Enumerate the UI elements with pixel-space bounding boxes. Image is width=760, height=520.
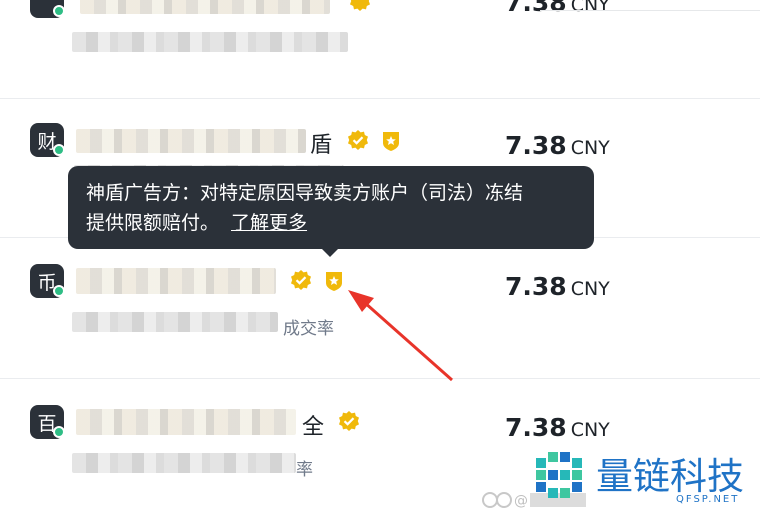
top-edge-line bbox=[540, 10, 760, 11]
merchant-name-blurred bbox=[76, 409, 296, 435]
tooltip-text-line2: 提供限额赔付。 了解更多 bbox=[86, 208, 576, 238]
online-status-dot bbox=[53, 5, 65, 17]
ad-price: 7.38 CNY bbox=[505, 272, 610, 301]
price-value: 7.38 bbox=[505, 131, 567, 160]
completion-rate-label: 成交率 bbox=[283, 319, 334, 339]
company-watermark: 量链科技 QFSP.NET bbox=[526, 446, 756, 514]
watermark-subtitle: QFSP.NET bbox=[676, 494, 740, 505]
merchant-name-visible: 全 bbox=[302, 415, 325, 440]
tooltip-pointer bbox=[321, 248, 339, 257]
ad-price: 7.38 CNY bbox=[505, 413, 610, 442]
price-value: 7.38 bbox=[505, 272, 567, 301]
price-currency: CNY bbox=[570, 419, 610, 441]
merchant-stats-blurred bbox=[72, 312, 278, 332]
online-status-dot bbox=[53, 285, 65, 297]
merchant-name-blurred bbox=[80, 0, 330, 14]
verified-icon bbox=[339, 411, 359, 431]
shield-badge-icon[interactable] bbox=[380, 130, 402, 152]
ad-row-0[interactable]: 7.38 CNY bbox=[0, 0, 760, 98]
ad-price: 7.38 CNY bbox=[505, 131, 610, 160]
completion-rate-label: 率 bbox=[296, 460, 313, 480]
price-value: 7.38 bbox=[505, 0, 567, 17]
annotation-arrow-icon bbox=[348, 290, 453, 382]
merchant-name-visible: 盾 bbox=[310, 133, 333, 158]
online-status-dot bbox=[53, 144, 65, 156]
price-currency: CNY bbox=[570, 137, 610, 159]
verified-icon bbox=[348, 130, 368, 150]
merchant-stats-blurred bbox=[72, 32, 348, 52]
ad-price: 7.38 CNY bbox=[505, 0, 610, 17]
verified-icon bbox=[350, 0, 370, 11]
tooltip-text-line1: 神盾广告方：对特定原因导致卖方账户（司法）冻结 bbox=[86, 182, 524, 204]
chain-logo-icon bbox=[536, 452, 582, 498]
verified-icon bbox=[291, 270, 311, 290]
price-currency: CNY bbox=[570, 0, 610, 16]
merchant-stats-blurred bbox=[72, 453, 296, 473]
merchant-name-blurred bbox=[76, 129, 306, 153]
tooltip-text-line2-body: 提供限额赔付。 bbox=[86, 212, 220, 234]
price-currency: CNY bbox=[570, 278, 610, 300]
watermark-title: 量链科技 bbox=[596, 455, 744, 498]
price-value: 7.38 bbox=[505, 413, 567, 442]
learn-more-link[interactable]: 了解更多 bbox=[231, 212, 307, 234]
online-status-dot bbox=[53, 426, 65, 438]
shield-advertiser-tooltip: 神盾广告方：对特定原因导致卖方账户（司法）冻结 提供限额赔付。 了解更多 bbox=[68, 166, 594, 249]
merchant-name-blurred bbox=[76, 268, 276, 294]
